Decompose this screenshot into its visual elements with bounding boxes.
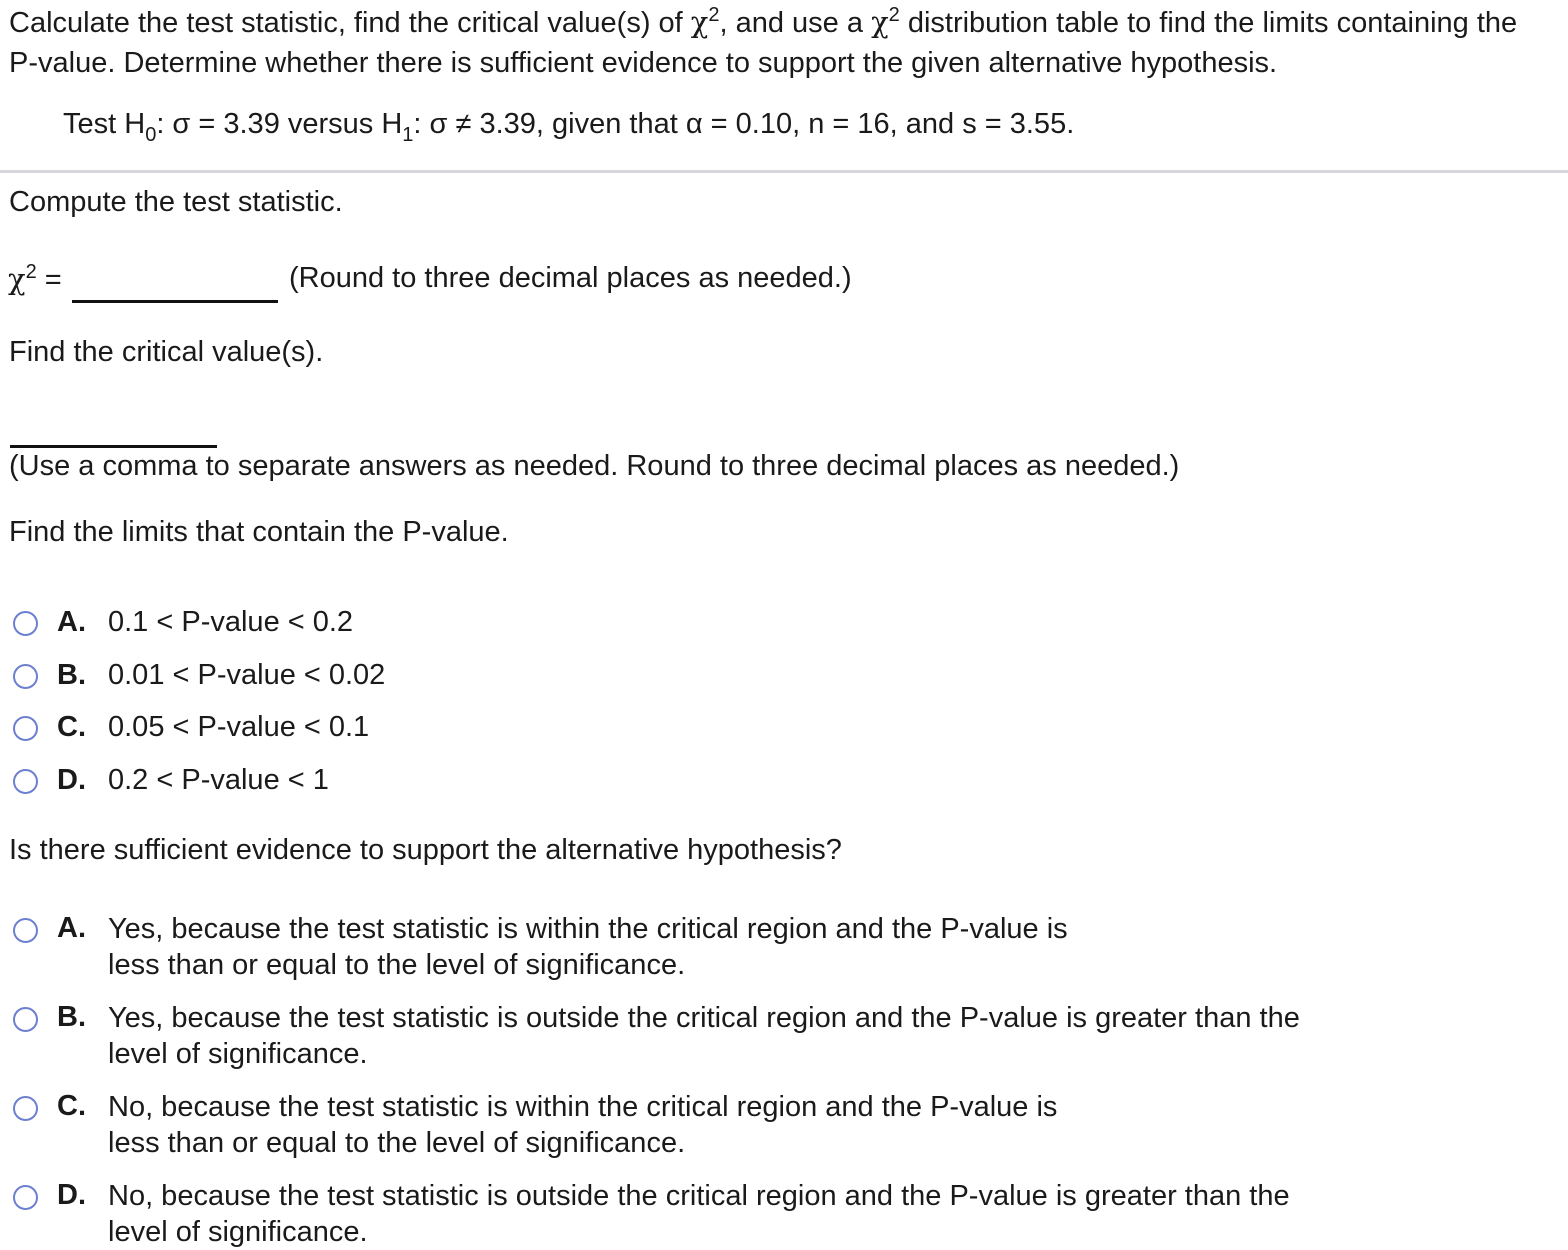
conclusion-prompt: Is there sufficient evidence to support … bbox=[9, 834, 842, 866]
radio-button[interactable] bbox=[13, 1185, 38, 1210]
radio-button[interactable] bbox=[13, 716, 38, 741]
test-statistic-prompt: Compute the test statistic. bbox=[9, 186, 343, 218]
test-statistic-input[interactable] bbox=[72, 300, 278, 303]
critical-values-input[interactable] bbox=[10, 445, 217, 448]
radio-button[interactable] bbox=[13, 769, 38, 794]
radio-button[interactable] bbox=[13, 918, 38, 943]
question-intro-line1: Calculate the test statistic, find the c… bbox=[9, 4, 1518, 39]
chi-symbol: χ bbox=[871, 5, 889, 39]
chi-symbol: χ bbox=[690, 5, 709, 39]
radio-button[interactable] bbox=[13, 611, 38, 636]
divider bbox=[0, 170, 1568, 173]
test-statistic-hint: (Round to three decimal places as needed… bbox=[289, 262, 852, 294]
radio-button[interactable] bbox=[13, 1096, 38, 1121]
hypothesis-statement: Test H0: σ = 3.39 versus H1: σ ≠ 3.39, g… bbox=[63, 108, 1075, 146]
question-intro: Calculate the test statistic, find the c… bbox=[9, 2, 1517, 83]
question-intro-line2: P-value. Determine whether there is suff… bbox=[9, 47, 1278, 79]
critical-values-prompt: Find the critical value(s). bbox=[9, 336, 324, 368]
critical-values-hint: (Use a comma to separate answers as need… bbox=[9, 450, 1180, 482]
p-value-prompt: Find the limits that contain the P-value… bbox=[9, 516, 509, 548]
radio-button[interactable] bbox=[13, 1007, 38, 1032]
radio-button[interactable] bbox=[13, 664, 38, 689]
chi-square-label: χ2 = bbox=[8, 261, 62, 296]
